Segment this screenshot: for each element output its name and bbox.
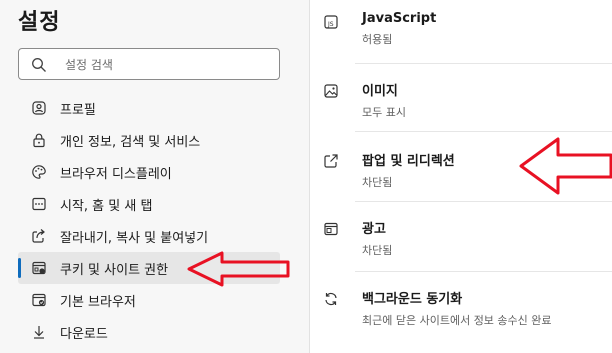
permission-title: JavaScript — [362, 11, 437, 26]
palette-icon — [30, 163, 48, 181]
profile-icon — [30, 99, 48, 117]
search-box[interactable] — [18, 48, 280, 80]
settings-sidebar: 설정 프로필 개인 정보, 검색 및 서비스 브라우저 디스플레이 — [0, 0, 310, 353]
site-permissions-icon — [30, 259, 48, 277]
permission-status: 허용됨 — [362, 33, 393, 46]
sidebar-item-label: 프로필 — [60, 102, 96, 118]
sidebar-item-label: 브라우저 디스플레이 — [60, 166, 172, 182]
row-divider — [355, 63, 612, 64]
permission-status: 모두 표시 — [362, 106, 406, 119]
sidebar-nav: 프로필 개인 정보, 검색 및 서비스 브라우저 디스플레이 시작, 홈 및 새… — [18, 92, 280, 348]
sidebar-item-label: 기본 브라우저 — [60, 294, 136, 310]
download-icon — [30, 323, 48, 341]
annotation-arrow-icon — [187, 251, 290, 287]
sidebar-item-share-copy-paste[interactable]: 잘라내기, 복사 및 붙여넣기 — [18, 220, 280, 252]
sidebar-item-label: 시작, 홈 및 새 탭 — [60, 198, 153, 214]
sidebar-item-appearance[interactable]: 브라우저 디스플레이 — [18, 156, 280, 188]
sidebar-item-label: 쿠키 및 사이트 권한 — [60, 262, 169, 278]
javascript-icon: JS — [322, 13, 340, 31]
image-icon — [322, 82, 340, 100]
permission-images[interactable]: 이미지 모두 표시 — [324, 80, 612, 120]
page-title: 설정 — [18, 10, 61, 35]
sidebar-item-label: 개인 정보, 검색 및 서비스 — [60, 134, 201, 150]
sync-icon — [322, 290, 340, 308]
popup-icon — [322, 152, 340, 170]
sidebar-item-start-home[interactable]: 시작, 홈 및 새 탭 — [18, 188, 280, 220]
permission-background-sync[interactable]: 백그라운드 동기화 최근에 닫은 사이트에서 정보 송수신 완료 — [325, 288, 612, 328]
permission-status: 차단됨 — [362, 244, 393, 257]
sidebar-item-profile[interactable]: 프로필 — [18, 92, 280, 124]
permission-javascript[interactable]: JS JavaScript 허용됨 — [324, 11, 612, 47]
ads-icon — [322, 220, 340, 238]
permission-title: 광고 — [362, 222, 386, 237]
annotation-arrow-icon — [519, 137, 612, 195]
permission-status: 최근에 닫은 사이트에서 정보 송수신 완료 — [362, 314, 552, 327]
permission-title: 이미지 — [362, 84, 398, 99]
row-divider — [355, 271, 612, 272]
lock-icon — [30, 131, 48, 149]
permission-title: 백그라운드 동기화 — [362, 292, 463, 307]
row-divider — [355, 201, 612, 202]
permission-ads[interactable]: 광고 차단됨 — [324, 218, 612, 258]
search-icon — [32, 58, 46, 72]
home-tab-icon — [30, 195, 48, 213]
svg-text:JS: JS — [327, 21, 334, 28]
sidebar-item-default-browser[interactable]: 기본 브라우저 — [18, 284, 280, 316]
browser-icon — [30, 291, 48, 309]
search-input[interactable] — [63, 55, 267, 75]
sidebar-item-privacy[interactable]: 개인 정보, 검색 및 서비스 — [18, 124, 280, 156]
share-icon — [30, 227, 48, 245]
sidebar-item-label: 다운로드 — [60, 326, 108, 342]
sidebar-item-downloads[interactable]: 다운로드 — [18, 316, 280, 348]
sidebar-item-label: 잘라내기, 복사 및 붙여넣기 — [60, 230, 209, 246]
row-divider — [355, 131, 612, 132]
